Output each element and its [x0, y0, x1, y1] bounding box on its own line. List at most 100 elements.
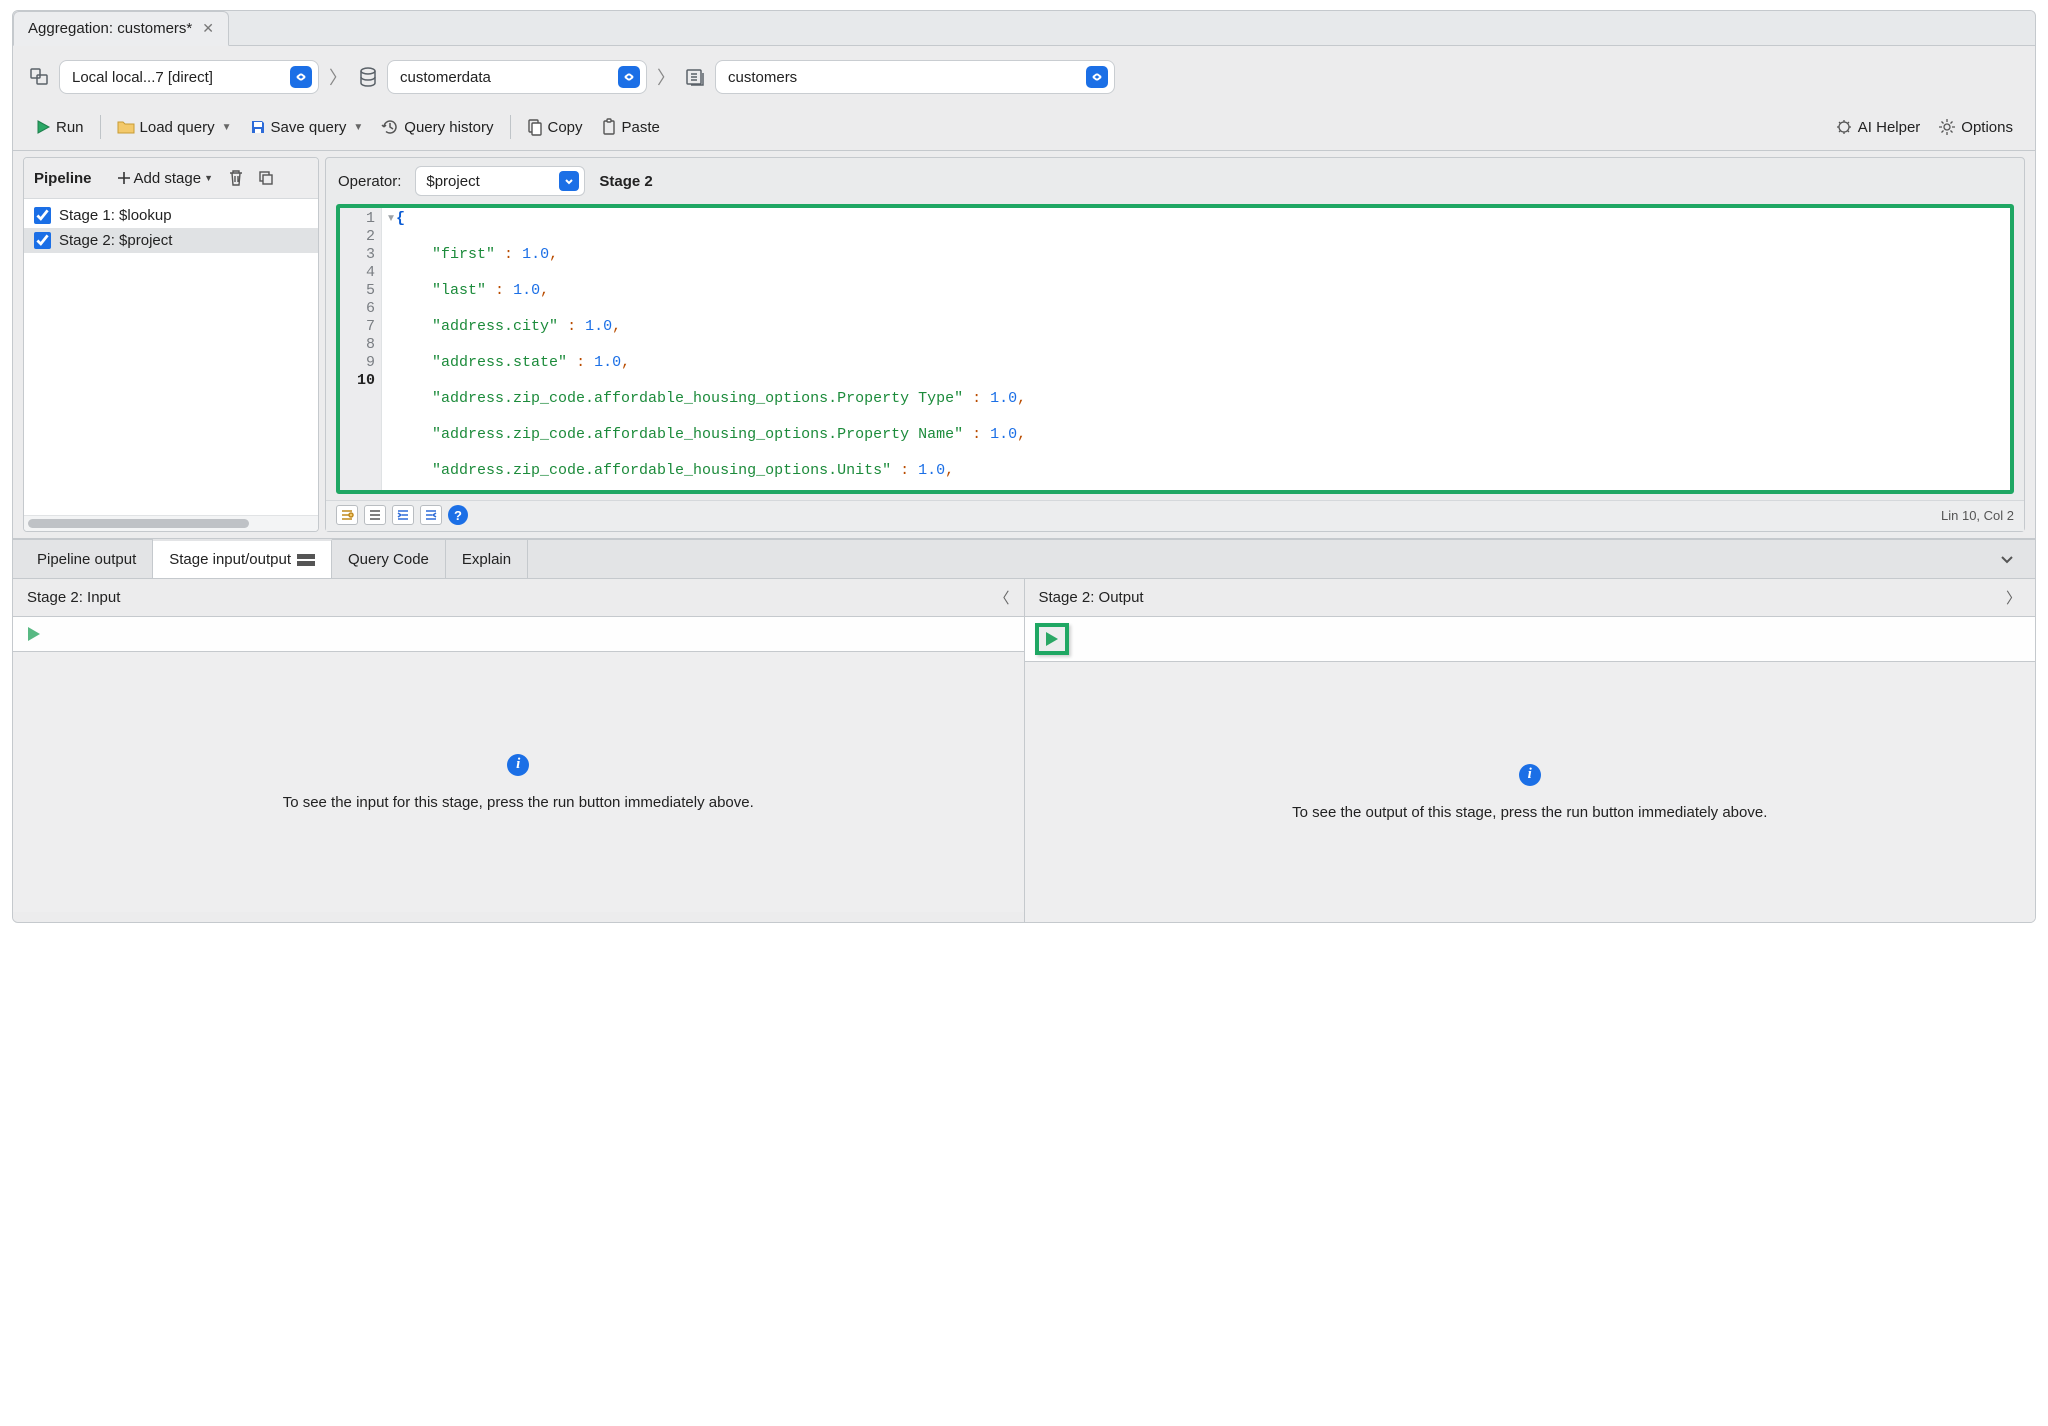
- operator-value: $project: [426, 173, 479, 190]
- database-select[interactable]: customerdata: [387, 60, 647, 94]
- stage-enabled-checkbox[interactable]: [34, 232, 51, 249]
- load-query-label: Load query: [140, 119, 215, 136]
- stage-output-pane: Stage 2: Output 〉 i To see the output of…: [1025, 579, 2036, 922]
- pipeline-stages-list: Stage 1: $lookup Stage 2: $project: [24, 199, 318, 515]
- stage-input-pane: Stage 2: Input 〈 i To see the input for …: [13, 579, 1025, 922]
- stage-label: Stage 2: $project: [59, 232, 172, 249]
- stage-input-body: i To see the input for this stage, press…: [13, 652, 1024, 912]
- save-query-button[interactable]: Save query ▼: [242, 115, 372, 140]
- tab-label: Query Code: [348, 551, 429, 568]
- app-window: Aggregation: customers* ✕ Local local...…: [12, 10, 2036, 923]
- operator-row: Operator: $project Stage 2: [326, 158, 2024, 204]
- connection-select[interactable]: Local local...7 [direct]: [59, 60, 319, 94]
- breadcrumb-separator: 〉: [655, 64, 677, 90]
- close-icon[interactable]: ✕: [202, 20, 214, 37]
- explain-tab[interactable]: Explain: [446, 540, 528, 578]
- delete-stage-button[interactable]: [224, 166, 248, 190]
- options-button[interactable]: Options: [1930, 114, 2021, 140]
- pipeline-stage-row[interactable]: Stage 1: $lookup: [24, 203, 318, 228]
- dropdown-arrow-icon: ▼: [222, 122, 232, 133]
- info-icon: i: [507, 754, 529, 776]
- query-history-label: Query history: [404, 119, 493, 136]
- collapse-left-icon[interactable]: 〈: [994, 587, 1009, 608]
- add-stage-button[interactable]: Add stage ▼: [112, 167, 218, 190]
- connection-icon: [29, 67, 51, 87]
- stage-enabled-checkbox[interactable]: [34, 207, 51, 224]
- chevron-down-icon: [559, 171, 579, 191]
- stage-output-body: i To see the output of this stage, press…: [1025, 662, 2036, 922]
- run-input-button[interactable]: [23, 623, 45, 645]
- format-button[interactable]: [336, 505, 358, 525]
- duplicate-stage-button[interactable]: [254, 166, 278, 190]
- save-icon: [250, 119, 266, 135]
- paste-button[interactable]: Paste: [593, 114, 668, 140]
- stage-io-tab[interactable]: Stage input/output: [153, 539, 332, 578]
- document-tabstrip: Aggregation: customers* ✕: [13, 11, 2035, 46]
- run-output-button[interactable]: [1035, 623, 1069, 655]
- database-value: customerdata: [400, 69, 491, 86]
- dropdown-arrow-icon: ▼: [204, 173, 213, 183]
- chevron-down-icon: [618, 66, 640, 88]
- load-query-button[interactable]: Load query ▼: [109, 115, 240, 140]
- copy-label: Copy: [548, 119, 583, 136]
- options-label: Options: [1961, 119, 2013, 136]
- folder-icon: [117, 119, 135, 135]
- run-button[interactable]: Run: [27, 115, 92, 140]
- stage-label: Stage 1: $lookup: [59, 207, 172, 224]
- breadcrumb: Local local...7 [direct] 〉 customerdata …: [13, 46, 2035, 108]
- tab-label: Pipeline output: [37, 551, 136, 568]
- paste-label: Paste: [622, 119, 660, 136]
- collection-value: customers: [728, 69, 797, 86]
- code-editor[interactable]: 1 2 3 4 5 6 7 8 9 10 ▾{ "first" : 1.0, "…: [336, 204, 2014, 494]
- breadcrumb-separator: 〉: [327, 64, 349, 90]
- paste-icon: [601, 118, 617, 136]
- ai-helper-button[interactable]: AI Helper: [1827, 114, 1929, 140]
- code-gutter: 1 2 3 4 5 6 7 8 9 10: [340, 208, 382, 490]
- help-button[interactable]: ?: [448, 505, 468, 525]
- add-stage-label: Add stage: [134, 170, 202, 187]
- document-tab[interactable]: Aggregation: customers* ✕: [13, 11, 229, 46]
- collection-icon: [685, 67, 707, 87]
- code-content[interactable]: ▾{ "first" : 1.0, "last" : 1.0, "address…: [382, 208, 2010, 490]
- operator-label: Operator:: [338, 173, 401, 190]
- collapse-panel-button[interactable]: [1987, 540, 2027, 578]
- stage-editor-panel: Operator: $project Stage 2 1 2 3 4 5 6 7…: [325, 157, 2025, 532]
- stage-output-title: Stage 2: Output: [1039, 589, 1144, 606]
- run-label: Run: [56, 119, 84, 136]
- copy-icon: [527, 118, 543, 136]
- history-icon: [381, 118, 399, 136]
- stage-label: Stage 2: [599, 173, 652, 190]
- stage-output-header: Stage 2: Output 〉: [1025, 579, 2036, 617]
- pipeline-header: Pipeline Add stage ▼: [24, 158, 318, 199]
- linewrap-button[interactable]: [364, 505, 386, 525]
- chevron-down-icon: [1086, 66, 1108, 88]
- split-view-icon: [297, 554, 315, 566]
- result-tabs: Pipeline output Stage input/output Query…: [13, 539, 2035, 579]
- stage-input-header: Stage 2: Input 〈: [13, 579, 1024, 617]
- query-history-button[interactable]: Query history: [373, 114, 501, 140]
- query-code-tab[interactable]: Query Code: [332, 540, 446, 578]
- expand-right-icon[interactable]: 〉: [2006, 587, 2021, 608]
- stage-io-split: Stage 2: Input 〈 i To see the input for …: [13, 579, 2035, 922]
- collection-select[interactable]: customers: [715, 60, 1115, 94]
- tab-label: Stage input/output: [169, 551, 291, 568]
- main-toolbar: Run Load query ▼ Save query ▼ Query hist…: [13, 108, 2035, 151]
- results-panel: Pipeline output Stage input/output Query…: [13, 539, 2035, 922]
- separator: [100, 115, 101, 139]
- pipeline-stage-row[interactable]: Stage 2: $project: [24, 228, 318, 253]
- pipeline-scrollbar[interactable]: [24, 515, 318, 531]
- operator-select[interactable]: $project: [415, 166, 585, 196]
- stage-output-hint: To see the output of this stage, press t…: [1292, 804, 1767, 821]
- pipeline-output-tab[interactable]: Pipeline output: [21, 540, 153, 578]
- separator: [510, 115, 511, 139]
- sparkle-icon: [1835, 118, 1853, 136]
- indent-button[interactable]: [392, 505, 414, 525]
- stage-input-hint: To see the input for this stage, press t…: [283, 794, 754, 811]
- tab-label: Explain: [462, 551, 511, 568]
- outdent-button[interactable]: [420, 505, 442, 525]
- pipeline-title: Pipeline: [34, 170, 106, 187]
- ai-helper-label: AI Helper: [1858, 119, 1921, 136]
- copy-button[interactable]: Copy: [519, 114, 591, 140]
- cursor-position: Lin 10, Col 2: [1941, 508, 2014, 523]
- play-icon: [35, 119, 51, 135]
